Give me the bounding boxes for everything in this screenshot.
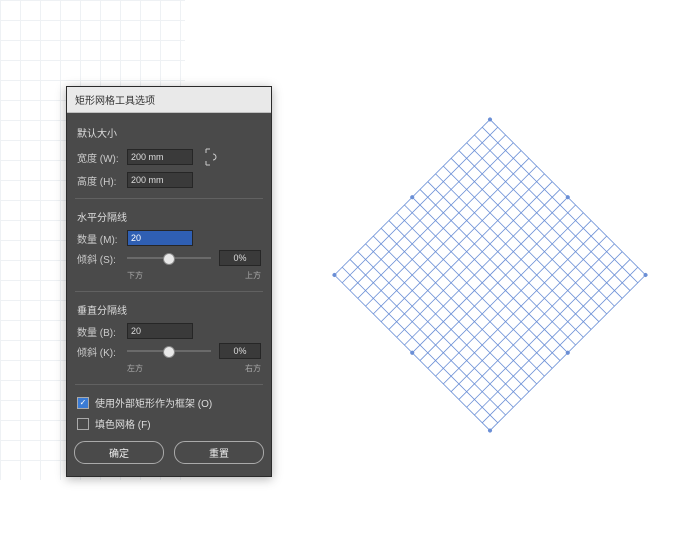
checkbox-icon: ✓	[77, 397, 89, 409]
h-count-label: 数量 (M):	[77, 231, 127, 246]
grid-preview	[320, 105, 660, 445]
checkbox-icon	[77, 418, 89, 430]
fill-grid-label: 填色网格 (F)	[95, 416, 151, 431]
v-count-label: 数量 (B):	[77, 324, 127, 339]
h-skew-right-label: 上方	[245, 270, 261, 281]
h-skew-slider[interactable]	[127, 252, 211, 264]
height-label: 高度 (H):	[77, 173, 127, 188]
constrain-proportions-icon[interactable]	[203, 146, 219, 168]
width-input[interactable]: 200 mm	[127, 149, 193, 165]
v-skew-slider[interactable]	[127, 345, 211, 357]
divider	[75, 291, 263, 292]
v-skew-left-label: 左方	[127, 363, 143, 374]
ok-button[interactable]: 确定	[74, 441, 164, 464]
section-horizontal: 水平分隔线	[77, 209, 261, 224]
reset-button[interactable]: 重置	[174, 441, 264, 464]
height-input[interactable]: 200 mm	[127, 172, 193, 188]
fill-grid-checkbox-row[interactable]: 填色网格 (F)	[77, 416, 261, 431]
h-skew-value[interactable]: 0%	[219, 250, 261, 266]
h-count-input[interactable]: 20	[127, 230, 193, 246]
use-frame-label: 使用外部矩形作为框架 (O)	[95, 395, 212, 410]
use-frame-checkbox-row[interactable]: ✓ 使用外部矩形作为框架 (O)	[77, 395, 261, 410]
divider	[75, 198, 263, 199]
v-skew-value[interactable]: 0%	[219, 343, 261, 359]
v-count-input[interactable]: 20	[127, 323, 193, 339]
h-skew-label: 倾斜 (S):	[77, 251, 127, 266]
v-skew-right-label: 右方	[245, 363, 261, 374]
section-vertical: 垂直分隔线	[77, 302, 261, 317]
rect-grid-tool-options-dialog: 矩形网格工具选项 默认大小 宽度 (W): 200 mm 高度 (H): 200…	[66, 86, 272, 477]
divider	[75, 384, 263, 385]
width-label: 宽度 (W):	[77, 150, 127, 165]
v-skew-label: 倾斜 (K):	[77, 344, 127, 359]
h-skew-left-label: 下方	[127, 270, 143, 281]
section-default-size: 默认大小	[77, 125, 261, 140]
dialog-title[interactable]: 矩形网格工具选项	[67, 87, 271, 113]
